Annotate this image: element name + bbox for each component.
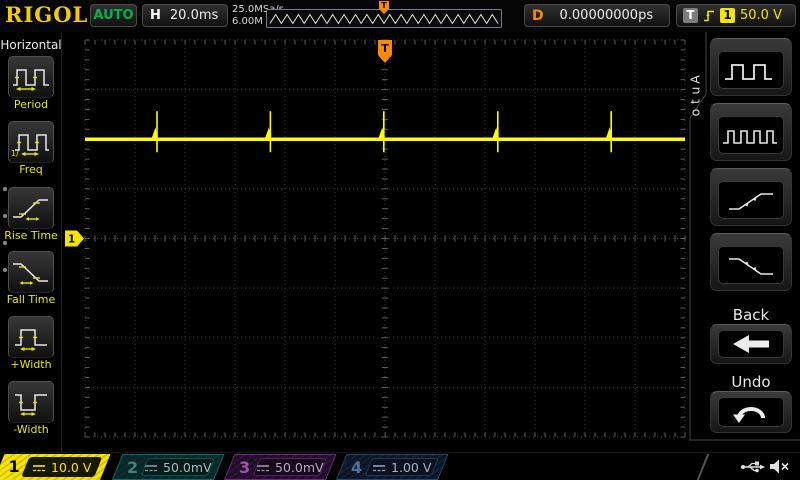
top-bar: RIGOL AUTO H 20.0ms 25.0MSa/s 6.00M pts … (0, 0, 800, 32)
channel-2-number: 2 (127, 458, 139, 477)
auto-falling-edge-button[interactable] (710, 233, 792, 291)
menu-item-period-label: Period (13, 98, 49, 111)
horizontal-label: H (150, 8, 161, 23)
negative-width-icon (15, 394, 47, 416)
svg-text:T: T (381, 1, 387, 10)
multi-pulse-icon (718, 116, 784, 154)
oscilloscope-screen: RIGOL AUTO H 20.0ms 25.0MSa/s 6.00M pts … (0, 0, 800, 480)
menu-item-fall-time-label: Fall Time (6, 293, 56, 306)
svg-text:1/: 1/ (11, 149, 19, 157)
channel-3-scale: 50.0mV (274, 459, 324, 475)
fall-time-icon (13, 263, 48, 285)
display-area: T1 (62, 32, 686, 452)
auto-square-wave-button[interactable] (710, 38, 792, 96)
back-arrow-icon (718, 330, 784, 358)
svg-text:T: T (381, 42, 389, 55)
trigger-position-marker[interactable]: T (378, 40, 392, 63)
auto-multi-pulse-button[interactable] (710, 103, 792, 161)
rigol-logo: RIGOL (5, 2, 89, 27)
horizontal-timebase-box[interactable]: H 20.0ms (142, 4, 228, 27)
usb-icon (741, 461, 765, 473)
channel-3-tab[interactable]: 3 50.0mV (224, 454, 337, 480)
back-button[interactable] (710, 324, 792, 364)
menu-item-rise-time-label: Rise Time (4, 229, 58, 242)
run-state-badge[interactable]: AUTO (90, 4, 137, 27)
channel-4-tab[interactable]: 4 1.00 V (336, 454, 449, 480)
menu-item-pos-width[interactable] (8, 316, 54, 358)
menu-item-freq[interactable]: 1/ (8, 121, 54, 163)
dc-coupling-icon (144, 464, 157, 471)
delay-label: D (532, 7, 544, 24)
dc-coupling-icon (373, 464, 386, 471)
channel-2-tab[interactable]: 2 50.0mV (112, 454, 225, 480)
positive-width-icon (15, 329, 47, 351)
trigger-level-value: 50.0 V (740, 8, 782, 23)
menu-item-fall-time[interactable] (8, 251, 54, 293)
timebase-value: 20.0ms (169, 8, 219, 23)
menu-page-dot (3, 187, 7, 191)
rise-time-icon (13, 199, 48, 221)
channel-1-tab[interactable]: 1 10.0 V (0, 454, 111, 480)
status-separator (696, 454, 710, 480)
menu-item-neg-width-label: -Width (13, 423, 49, 436)
channel-1-number: 1 (8, 457, 20, 476)
rising-edge-icon (704, 10, 714, 22)
frequency-icon: 1/ (11, 134, 49, 157)
svg-text:1: 1 (68, 234, 75, 246)
speaker-muted-icon (770, 459, 789, 474)
trigger-position-marker-small[interactable]: T (378, 1, 390, 14)
channel-1-level-marker[interactable]: 1 (65, 230, 84, 247)
channel-4-scale: 1.00 V (391, 459, 432, 475)
undo-button[interactable] (710, 391, 792, 433)
trigger-source-badge: 1 (720, 8, 735, 23)
dc-coupling-icon (256, 464, 269, 471)
menu-item-period[interactable] (8, 56, 54, 98)
menu-item-rise-time[interactable] (8, 187, 54, 229)
left-menu-title: Horizontal (0, 38, 62, 52)
undo-arrow-icon (718, 397, 784, 427)
dc-coupling-icon (33, 464, 46, 471)
delay-value: 0.00000000ps (559, 8, 654, 23)
bottom-bar: 1 10.0 V 2 50.0mV 3 50.0mV 4 1.00 V (0, 452, 800, 480)
channel-1-scale: 10.0 V (51, 459, 92, 475)
ch1-trace (85, 111, 685, 153)
channel-2-scale: 50.0mV (162, 459, 212, 475)
menu-item-neg-width[interactable] (8, 381, 54, 423)
trigger-box[interactable]: T 1 50.0 V (676, 4, 796, 27)
back-label: Back (732, 306, 770, 324)
period-icon (13, 69, 49, 91)
menu-item-pos-width-label: +Width (10, 358, 52, 371)
auto-rising-edge-button[interactable] (710, 168, 792, 226)
graticule-display: T1 (65, 39, 686, 438)
menu-tab-label: Auto (687, 75, 703, 117)
delay-box[interactable]: D 0.00000000ps (524, 4, 670, 27)
channel-4-number: 4 (351, 458, 363, 477)
right-menu-auto: Auto Back Undo (686, 32, 800, 452)
undo-label: Undo (731, 373, 771, 391)
menu-item-freq-label: Freq (19, 163, 43, 176)
channel-3-number: 3 (239, 458, 251, 477)
trigger-label: T (683, 8, 698, 23)
left-menu-horizontal: Horizontal Period 1/ Freq Rise Time Fall… (0, 32, 62, 452)
menu-page-dot (3, 241, 7, 245)
square-wave-icon (718, 51, 784, 89)
rising-edge-ramp-icon (718, 181, 784, 219)
menu-page-dot (3, 214, 7, 218)
falling-edge-ramp-icon (718, 246, 784, 284)
menu-page-dot (3, 268, 7, 272)
